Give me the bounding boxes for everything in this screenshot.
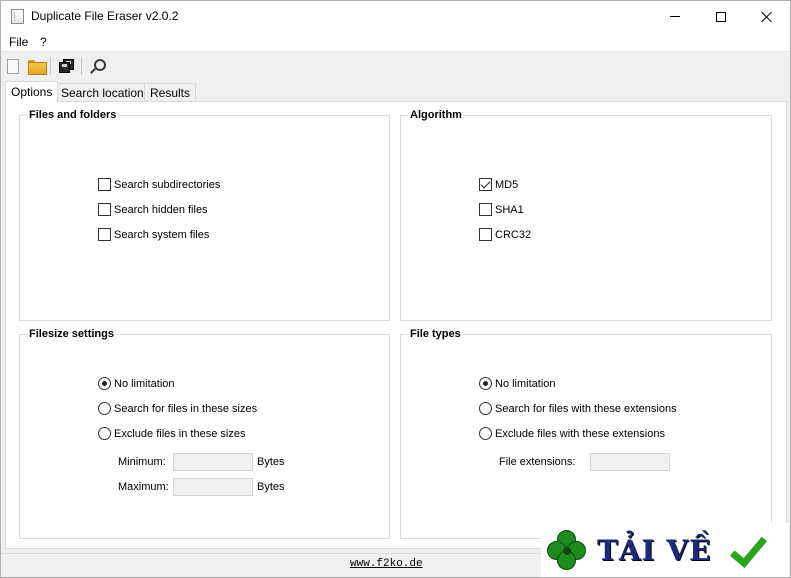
checkbox-box[interactable]: [479, 203, 492, 216]
size-search-in-sizes-radio[interactable]: Search for files in these sizes: [98, 402, 257, 415]
app-window: Duplicate File Eraser v2.0.2 File ? Opti…: [0, 0, 791, 578]
filesize-settings-group: Filesize settings No limitation Search f…: [19, 328, 390, 539]
algorithm-group: Algorithm MD5 SHA1 CRC32: [400, 109, 772, 321]
file-extensions-input[interactable]: [590, 453, 670, 471]
group-title: Algorithm: [408, 109, 464, 121]
search-system-files-checkbox[interactable]: Search system files: [98, 228, 209, 241]
checkbox-box[interactable]: [98, 178, 111, 191]
watermark-overlay: TẢI VỀ: [541, 523, 789, 577]
radio-circle[interactable]: [479, 427, 492, 440]
checkbox-label: SHA1: [495, 203, 524, 216]
minimum-label: Minimum:: [118, 456, 166, 468]
types-exclude-extensions-radio[interactable]: Exclude files with these extensions: [479, 427, 665, 440]
close-button[interactable]: [744, 1, 790, 32]
radio-label: No limitation: [495, 377, 556, 390]
types-no-limitation-radio[interactable]: No limitation: [479, 377, 556, 390]
save-button[interactable]: [57, 56, 77, 76]
radio-label: Search for files in these sizes: [114, 402, 258, 415]
radio-circle[interactable]: [479, 402, 492, 415]
search-hidden-files-checkbox[interactable]: Search hidden files: [98, 203, 208, 216]
md5-checkbox[interactable]: MD5: [479, 178, 518, 191]
maximize-button[interactable]: [698, 1, 744, 32]
radio-circle[interactable]: [98, 402, 111, 415]
toolbar-separator: [81, 57, 82, 75]
size-no-limitation-radio[interactable]: No limitation: [98, 377, 175, 390]
checkbox-box[interactable]: [479, 178, 492, 191]
radio-label: Exclude files with these extensions: [495, 427, 665, 440]
title-bar[interactable]: Duplicate File Eraser v2.0.2: [1, 1, 790, 32]
toolbar: [1, 53, 790, 79]
watermark-text: TẢI VỀ: [597, 533, 712, 567]
crc32-checkbox[interactable]: CRC32: [479, 228, 531, 241]
radio-label: Search for files with these extensions: [495, 402, 677, 415]
new-file-icon: [7, 58, 19, 74]
group-title: Filesize settings: [27, 328, 116, 340]
window-title: Duplicate File Eraser v2.0.2: [31, 9, 179, 23]
search-button[interactable]: [87, 56, 107, 76]
tab-results[interactable]: Results: [144, 83, 197, 101]
open-button[interactable]: [26, 56, 47, 76]
group-title: Files and folders: [27, 109, 119, 121]
radio-circle[interactable]: [479, 377, 492, 390]
group-title: File types: [408, 328, 463, 340]
tab-options[interactable]: Options: [5, 81, 59, 102]
app-icon: [11, 9, 24, 24]
toolbar-separator: [50, 57, 51, 75]
minimize-button[interactable]: [652, 1, 698, 32]
radio-circle[interactable]: [98, 427, 111, 440]
checkbox-box[interactable]: [479, 228, 492, 241]
options-panel: Files and folders Search subdirectories …: [5, 101, 787, 549]
maximum-label: Maximum:: [118, 481, 169, 493]
checkbox-label: Search system files: [114, 228, 210, 241]
checkbox-box[interactable]: [98, 203, 111, 216]
checkbox-label: MD5: [495, 178, 519, 191]
checkbox-label: CRC32: [495, 228, 532, 241]
close-icon: [761, 11, 773, 23]
minimum-input[interactable]: [173, 453, 253, 471]
size-exclude-sizes-radio[interactable]: Exclude files in these sizes: [98, 427, 245, 440]
checkmark-icon: [727, 533, 767, 567]
file-types-group: File types No limitation Search for file…: [400, 328, 772, 539]
maximum-input[interactable]: [173, 478, 253, 496]
tab-search-locations[interactable]: Search locations: [55, 83, 156, 101]
clover-logo-icon: [543, 526, 590, 574]
checkbox-box[interactable]: [98, 228, 111, 241]
files-and-folders-group: Files and folders Search subdirectories …: [19, 109, 390, 321]
website-link[interactable]: www.f2ko.de: [350, 558, 423, 570]
checkbox-label: Search hidden files: [114, 203, 208, 216]
search-icon: [90, 58, 106, 74]
menu-bar: File ?: [1, 32, 790, 52]
checkbox-label: Search subdirectories: [114, 178, 221, 191]
menu-help[interactable]: ?: [40, 35, 47, 49]
sha1-checkbox[interactable]: SHA1: [479, 203, 524, 216]
types-search-extensions-radio[interactable]: Search for files with these extensions: [479, 402, 677, 415]
file-extensions-label: File extensions:: [499, 456, 576, 468]
save-icon: [59, 59, 75, 73]
radio-label: Exclude files in these sizes: [114, 427, 246, 440]
open-folder-icon: [27, 59, 47, 75]
search-subdirectories-checkbox[interactable]: Search subdirectories: [98, 178, 220, 191]
new-button[interactable]: [3, 56, 23, 76]
minimize-icon: [670, 16, 680, 17]
maximize-icon: [716, 11, 726, 22]
radio-label: No limitation: [114, 377, 175, 390]
tab-strip: Options Search locations Results: [5, 81, 787, 102]
menu-file[interactable]: File: [9, 35, 28, 49]
radio-circle[interactable]: [98, 377, 111, 390]
maximum-unit-label: Bytes: [257, 481, 285, 493]
minimum-unit-label: Bytes: [257, 456, 285, 468]
